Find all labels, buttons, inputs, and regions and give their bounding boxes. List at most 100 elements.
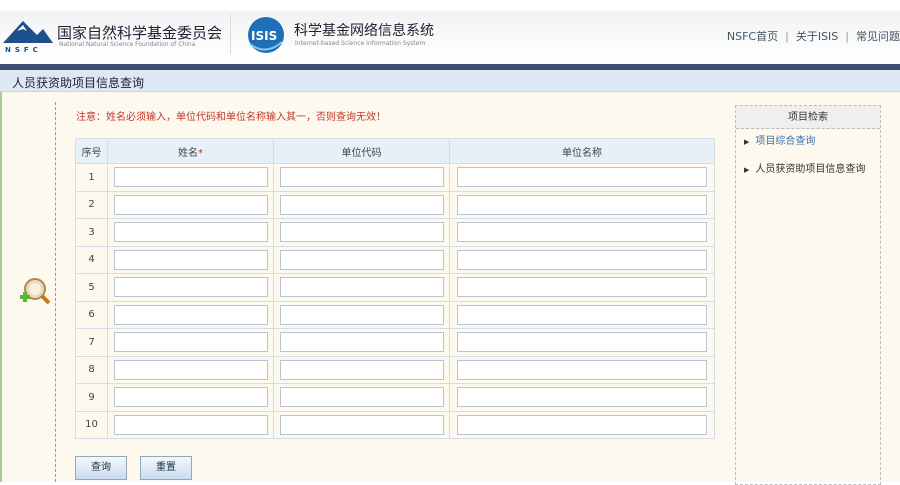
unit-code-input[interactable]	[279, 194, 444, 215]
name-input[interactable]	[113, 277, 268, 298]
table-row: 2	[75, 190, 715, 219]
unit-name-input[interactable]	[457, 249, 707, 270]
unit-name-cell	[449, 218, 715, 247]
name-input[interactable]	[113, 387, 268, 408]
title-bar: 人员获资助项目信息查询	[0, 70, 900, 92]
unit-code-input[interactable]	[279, 222, 444, 243]
name-input[interactable]	[113, 414, 268, 435]
unit-code-input[interactable]	[279, 414, 444, 435]
divider	[55, 102, 56, 482]
row-index: 3	[75, 218, 108, 247]
unit-name-cell	[449, 355, 715, 384]
side-item-label: 项目综合查询	[755, 136, 816, 147]
unit-name-input[interactable]	[457, 194, 707, 215]
bullet-icon: ▶	[744, 166, 750, 174]
table-row: 7	[75, 328, 715, 357]
search-add-icon	[20, 278, 51, 305]
unit-code-input[interactable]	[279, 359, 444, 380]
unit-code-input[interactable]	[279, 332, 444, 353]
unit-code-cell	[273, 245, 450, 274]
table-row: 1	[75, 163, 715, 192]
row-index: 1	[75, 163, 108, 192]
query-table: 序号 姓名* 单位代码 单位名称 1 2 3 4 5 6 7 8 9 10	[75, 138, 715, 439]
required-mark: *	[198, 147, 203, 159]
col-unit-code: 单位代码	[273, 138, 450, 164]
unit-code-input[interactable]	[279, 304, 444, 325]
unit-code-cell	[273, 300, 450, 329]
unit-name-input[interactable]	[457, 359, 707, 380]
query-button[interactable]: 查询	[75, 456, 127, 480]
svg-text:NSFC: NSFC	[5, 46, 42, 53]
unit-code-cell	[273, 190, 450, 219]
name-input[interactable]	[113, 359, 268, 380]
unit-code-input[interactable]	[279, 387, 444, 408]
name-input[interactable]	[113, 304, 268, 325]
unit-name-cell	[449, 410, 715, 439]
unit-name-input[interactable]	[457, 277, 707, 298]
col-name-label: 姓名	[178, 147, 198, 159]
link-about-isis[interactable]: 关于ISIS	[796, 30, 838, 43]
org-name-en: National Natural Science Foundation of C…	[59, 41, 196, 48]
unit-name-input[interactable]	[457, 332, 707, 353]
unit-name-input[interactable]	[457, 387, 707, 408]
side-item-project-search[interactable]: ▶ 项目综合查询	[744, 135, 880, 157]
nsfc-logo: NSFC	[3, 21, 53, 53]
name-input[interactable]	[113, 222, 268, 243]
row-index: 5	[75, 273, 108, 302]
svg-text:ISIS: ISIS	[251, 29, 277, 43]
unit-code-input[interactable]	[279, 277, 444, 298]
unit-code-cell	[273, 383, 450, 412]
unit-name-cell	[449, 190, 715, 219]
name-cell	[107, 218, 274, 247]
row-index: 6	[75, 300, 108, 329]
unit-code-cell	[273, 163, 450, 192]
name-input[interactable]	[113, 167, 268, 188]
name-cell	[107, 383, 274, 412]
separator: |	[845, 30, 849, 43]
separator: |	[785, 30, 789, 43]
unit-code-cell	[273, 218, 450, 247]
table-row: 10	[75, 410, 715, 439]
side-item-person-funding[interactable]: ▶ 人员获资助项目信息查询	[744, 163, 880, 185]
name-cell	[107, 245, 274, 274]
unit-name-cell	[449, 163, 715, 192]
unit-code-cell	[273, 328, 450, 357]
name-input[interactable]	[113, 332, 268, 353]
row-index: 2	[75, 190, 108, 219]
system-name: 科学基金网络信息系统	[294, 23, 434, 39]
col-index: 序号	[75, 138, 108, 164]
col-name: 姓名*	[107, 138, 274, 164]
unit-code-input[interactable]	[279, 167, 444, 188]
unit-name-cell	[449, 300, 715, 329]
name-cell	[107, 190, 274, 219]
system-name-en: Internet-based Science Information Syste…	[295, 40, 426, 47]
row-index: 10	[75, 410, 108, 439]
unit-name-input[interactable]	[457, 167, 707, 188]
name-input[interactable]	[113, 194, 268, 215]
name-cell	[107, 273, 274, 302]
unit-code-cell	[273, 273, 450, 302]
name-input[interactable]	[113, 249, 268, 270]
row-index: 4	[75, 245, 108, 274]
unit-code-input[interactable]	[279, 249, 444, 270]
unit-name-input[interactable]	[457, 222, 707, 243]
unit-name-cell	[449, 245, 715, 274]
unit-name-cell	[449, 328, 715, 357]
table-row: 3	[75, 218, 715, 247]
divider	[230, 14, 231, 54]
table-row: 8	[75, 355, 715, 384]
isis-logo: ISIS	[248, 17, 284, 53]
bullet-icon: ▶	[744, 138, 750, 146]
header: NSFC 国家自然科学基金委员会 National Natural Scienc…	[0, 0, 900, 64]
row-index: 9	[75, 383, 108, 412]
reset-button[interactable]: 重置	[140, 456, 192, 480]
link-nsfc-home[interactable]: NSFC首页	[727, 30, 778, 43]
table-row: 5	[75, 273, 715, 302]
unit-name-input[interactable]	[457, 414, 707, 435]
link-faq[interactable]: 常见问题	[856, 30, 900, 43]
unit-name-input[interactable]	[457, 304, 707, 325]
side-item-label: 人员获资助项目信息查询	[755, 164, 866, 175]
unit-name-cell	[449, 383, 715, 412]
unit-code-cell	[273, 410, 450, 439]
unit-code-cell	[273, 355, 450, 384]
